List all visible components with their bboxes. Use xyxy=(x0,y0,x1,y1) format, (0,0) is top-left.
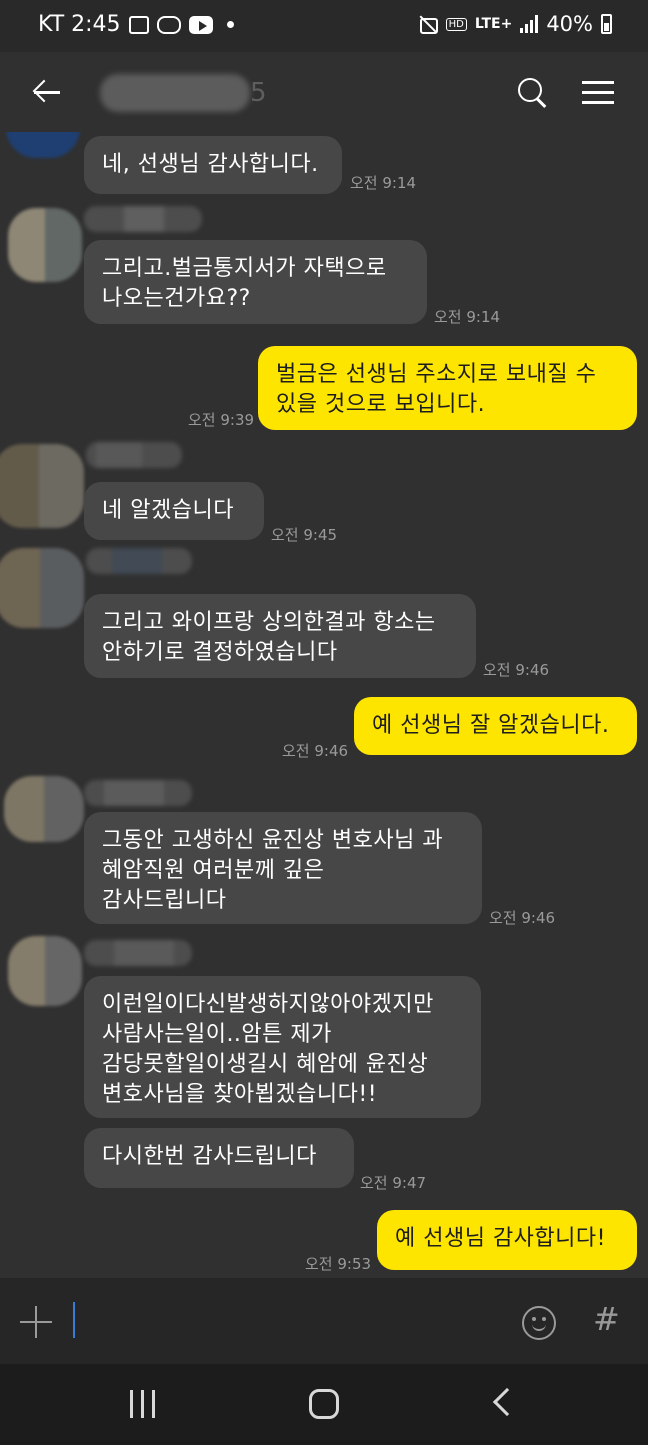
message-time: 오전 9:45 xyxy=(271,526,338,544)
youtube-icon xyxy=(188,15,213,34)
hd-voice-badge: HD xyxy=(445,17,467,31)
avatar[interactable] xyxy=(4,776,84,842)
status-left: KT 2:45 xyxy=(38,12,234,37)
message-bubble-incoming[interactable]: 그동안 고생하신 윤진상 변호사님 과 혜암직원 여러분께 깊은 감사드립니다 xyxy=(84,812,482,924)
emoji-icon[interactable] xyxy=(522,1306,556,1340)
message-bubble-incoming[interactable]: 네, 선생님 감사합니다. xyxy=(84,136,342,194)
mute-icon xyxy=(418,14,438,34)
message-time: 오전 9:53 xyxy=(305,1255,372,1273)
notification-dot-icon xyxy=(226,21,234,28)
gallery-icon xyxy=(128,15,149,34)
message-time: 오전 9:46 xyxy=(282,742,349,760)
battery-percent: 40% xyxy=(546,12,593,36)
signal-icon xyxy=(520,15,539,33)
message-bubble-outgoing[interactable]: 예 선생님 감사합니다! xyxy=(377,1210,637,1270)
redacted-name xyxy=(100,74,250,112)
hash-search-button[interactable]: # xyxy=(593,1300,620,1338)
sender-name-redacted xyxy=(86,442,182,468)
recent-apps-icon[interactable] xyxy=(128,1390,158,1420)
message-time: 오전 9:47 xyxy=(360,1174,427,1192)
message-time: 오전 9:14 xyxy=(350,174,417,192)
system-nav-bar xyxy=(0,1364,648,1445)
battery-icon xyxy=(601,14,612,34)
message-bubble-outgoing[interactable]: 예 선생님 잘 알겠습니다. xyxy=(354,697,637,755)
message-bubble-incoming[interactable]: 네 알겠습니다 xyxy=(84,482,264,540)
menu-icon[interactable] xyxy=(580,78,616,108)
back-arrow-icon[interactable] xyxy=(28,74,64,110)
avatar[interactable] xyxy=(8,936,82,1006)
message-input[interactable] xyxy=(70,1298,500,1344)
chat-title[interactable]: 5 xyxy=(90,66,270,116)
message-bubble-incoming[interactable]: 다시한번 감사드립니다 xyxy=(84,1128,354,1188)
message-time: 오전 9:46 xyxy=(483,661,550,679)
plus-icon[interactable] xyxy=(20,1305,54,1339)
avatar[interactable] xyxy=(0,548,84,628)
avatar[interactable] xyxy=(6,132,80,158)
message-bubble-outgoing[interactable]: 벌금은 선생님 주소지로 보내질 수 있을 것으로 보입니다. xyxy=(258,346,637,430)
message-time: 오전 9:39 xyxy=(188,411,255,429)
search-icon[interactable] xyxy=(512,74,552,114)
chat-title-text: 5 xyxy=(250,78,267,108)
lte-indicator: LTE+ xyxy=(474,16,513,32)
carrier-time: KT 2:45 xyxy=(38,12,121,37)
status-bar: KT 2:45 HD LTE+ 40% xyxy=(0,0,648,52)
message-bubble-incoming[interactable]: 그리고.벌금통지서가 자택으로 나오는건가요?? xyxy=(84,240,427,324)
home-icon[interactable] xyxy=(309,1389,339,1419)
voicemail-icon xyxy=(156,15,181,34)
message-bubble-incoming[interactable]: 그리고 와이프랑 상의한결과 항소는 안하기로 결정하였습니다 xyxy=(84,594,476,678)
avatar[interactable] xyxy=(0,444,84,528)
message-list[interactable]: 네, 선생님 감사합니다. 오전 9:14 그리고.벌금통지서가 자택으로 나오… xyxy=(0,132,648,1278)
status-right: HD LTE+ 40% xyxy=(418,12,612,36)
message-input-bar: # xyxy=(0,1278,648,1364)
message-bubble-incoming[interactable]: 이런일이다신발생하지않아야겠지만 사람사는일이..암튼 제가 감당못할일이생길시… xyxy=(84,976,481,1118)
sender-name-redacted xyxy=(86,548,192,574)
text-caret xyxy=(73,1302,75,1338)
message-time: 오전 9:46 xyxy=(489,909,556,927)
avatar[interactable] xyxy=(8,208,82,282)
sender-name-redacted xyxy=(84,780,192,806)
sender-name-redacted xyxy=(84,940,192,966)
chat-header: 5 xyxy=(0,52,648,132)
back-icon[interactable] xyxy=(492,1387,522,1417)
message-time: 오전 9:14 xyxy=(434,308,501,326)
sender-name-redacted xyxy=(84,206,202,232)
